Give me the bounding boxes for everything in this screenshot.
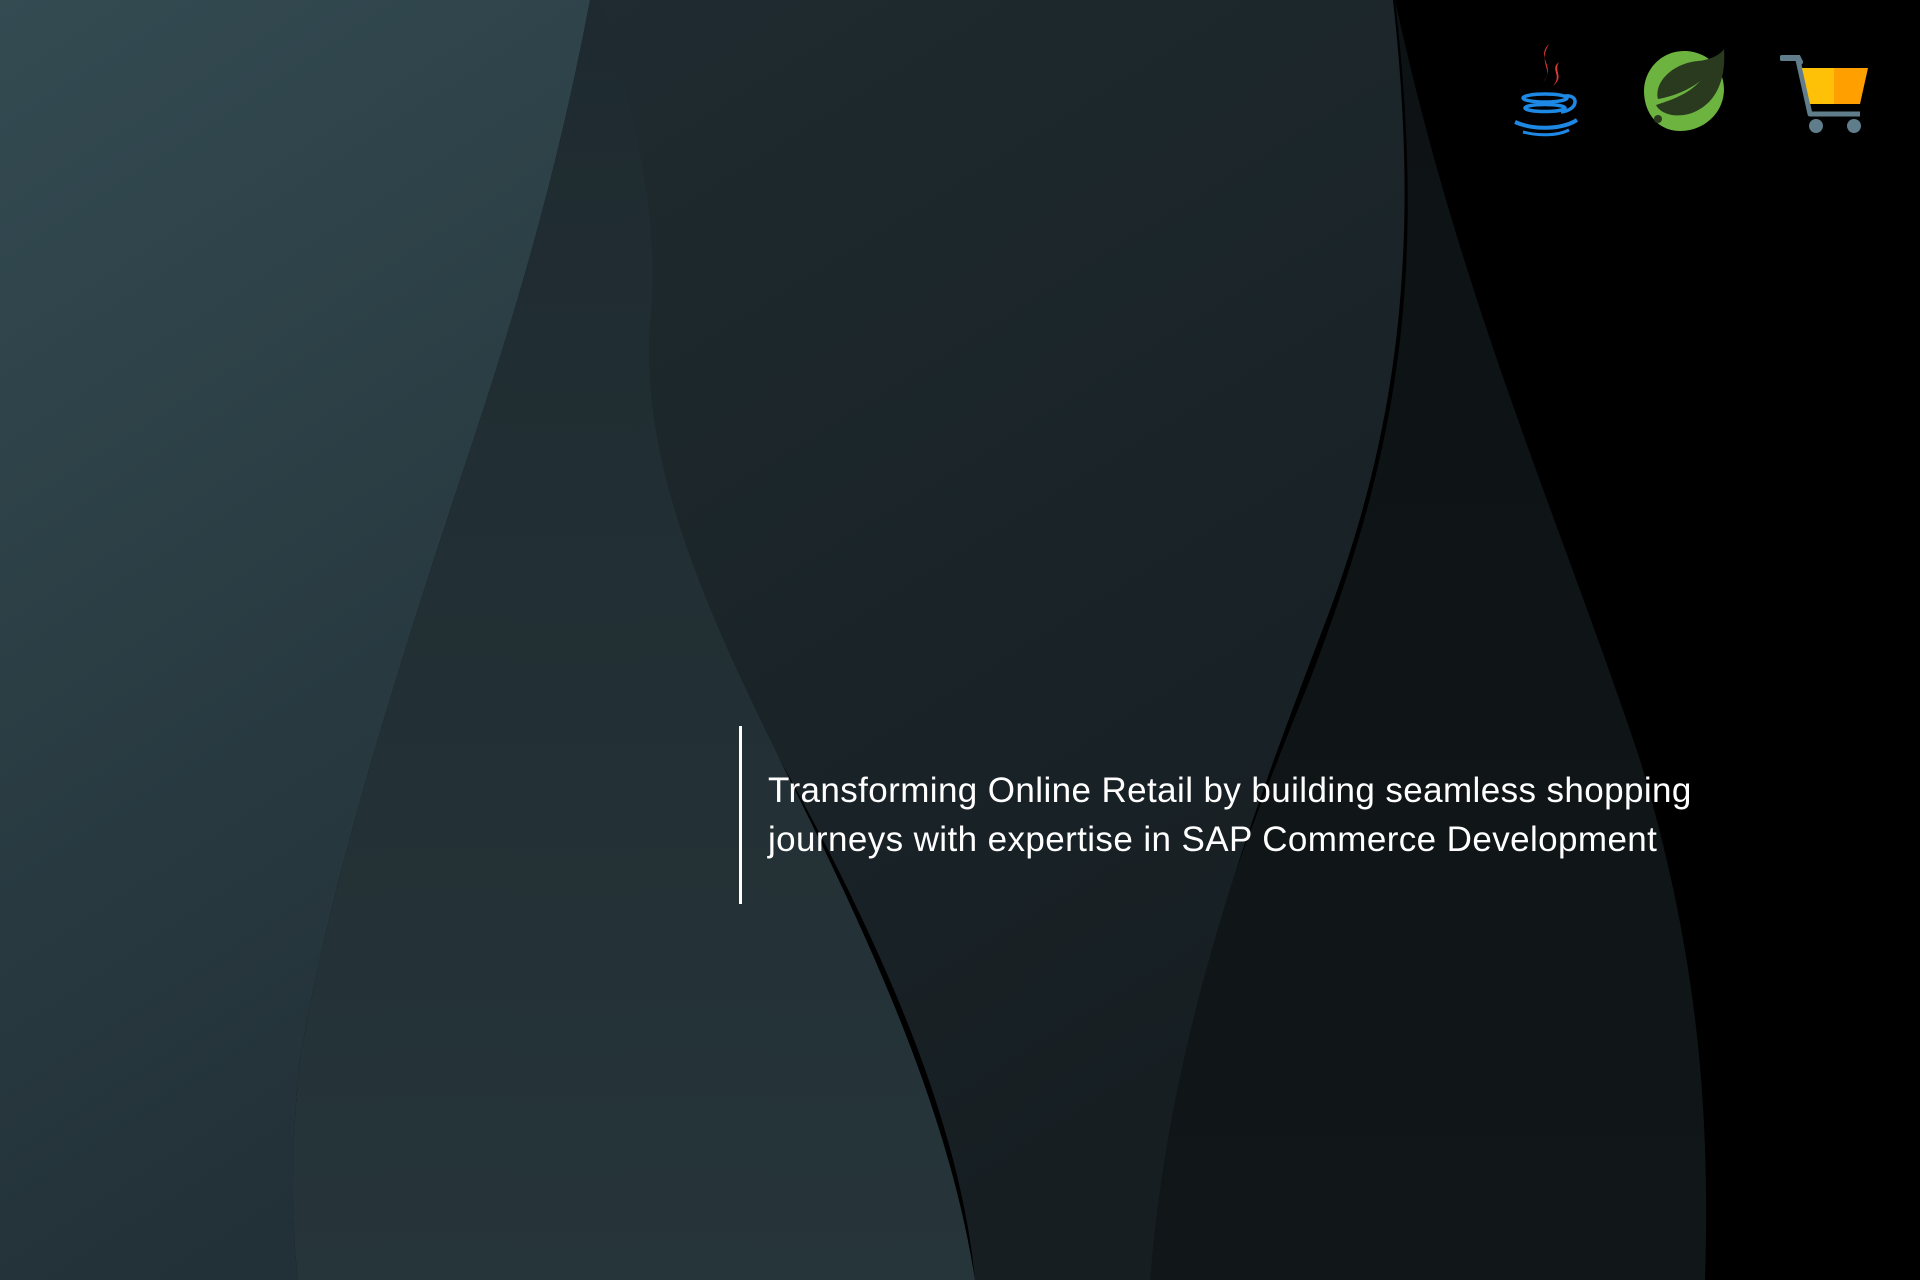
tech-icons [1505, 40, 1895, 140]
tagline-line-1: Transforming Online Retail by building s… [768, 771, 1692, 810]
vertical-divider [739, 726, 742, 904]
java-icon [1505, 40, 1585, 140]
tagline-line-2: journeys with expertise in SAP Commerce … [768, 820, 1658, 859]
spring-leaf-icon [1640, 47, 1728, 135]
background-waves [0, 0, 1920, 1280]
tagline: Transforming Online Retail by building s… [768, 766, 1888, 864]
shopping-cart-icon [1780, 52, 1875, 137]
hero-canvas: Transforming Online Retail by building s… [0, 0, 1920, 1280]
